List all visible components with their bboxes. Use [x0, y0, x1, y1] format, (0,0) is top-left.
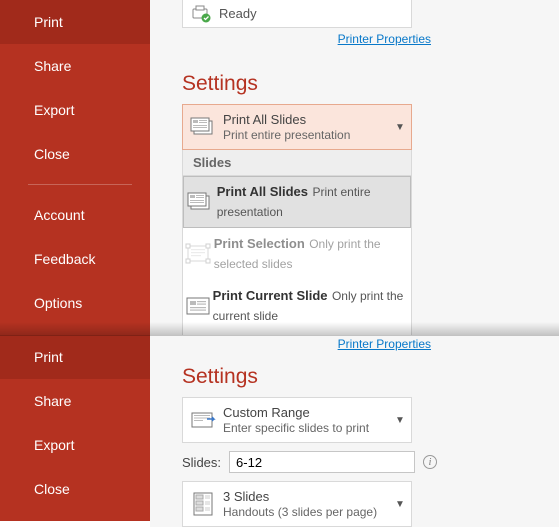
printer-status-text: Ready — [219, 6, 257, 21]
print-layout-dropdown[interactable]: 3 Slides Handouts (3 slides per page) ▼ — [182, 481, 412, 527]
sidebar-item-share[interactable]: Share — [0, 44, 150, 88]
slides-group-header: Slides — [182, 150, 412, 176]
sidebar-item-export[interactable]: Export — [0, 88, 150, 132]
option-title: Print All Slides — [217, 184, 308, 199]
sidebar-item-close[interactable]: Close — [0, 467, 150, 511]
print-range-dropdown[interactable]: Print All Slides Print entire presentati… — [182, 104, 412, 150]
sidebar-item-options[interactable]: Options — [0, 281, 150, 325]
printer-ready-icon — [191, 6, 211, 22]
slides-input-row: Slides: i — [182, 451, 437, 473]
printer-properties-link[interactable]: Printer Properties — [338, 32, 431, 46]
sidebar-item-account[interactable]: Account — [0, 193, 150, 237]
settings-heading: Settings — [150, 359, 559, 397]
print-layout-title: 3 Slides — [223, 489, 389, 505]
option-print-all-slides[interactable]: Print All Slides Print entire presentati… — [183, 176, 411, 228]
slides-label: Slides: — [182, 455, 221, 470]
sidebar-item-label: Share — [34, 393, 71, 409]
slides-all-icon — [183, 117, 223, 137]
chevron-down-icon: ▼ — [389, 415, 411, 426]
chevron-down-icon: ▼ — [389, 499, 411, 510]
slide-current-icon — [183, 296, 213, 316]
sidebar-item-feedback[interactable]: Feedback — [0, 237, 150, 281]
sidebar-item-share[interactable]: Share — [0, 379, 150, 423]
print-range-dropdown[interactable]: Custom Range Enter specific slides to pr… — [182, 397, 412, 443]
slides-input[interactable] — [229, 451, 415, 473]
option-title: Print Selection — [214, 236, 305, 251]
print-main-panel: Printer Properties Settings Custom Range… — [150, 335, 559, 521]
slides-selection-icon — [183, 244, 214, 264]
printer-properties-link[interactable]: Printer Properties — [338, 337, 431, 351]
sidebar-item-label: Print — [34, 349, 63, 365]
print-range-title: Custom Range — [223, 405, 389, 421]
sidebar-item-label: Close — [34, 146, 70, 162]
sidebar-item-print[interactable]: Print — [0, 0, 150, 44]
sidebar-separator — [28, 184, 132, 185]
sidebar-item-close[interactable]: Close — [0, 132, 150, 176]
backstage-sidebar: Print Share Export Close — [0, 335, 150, 521]
sidebar-item-label: Share — [34, 58, 71, 74]
sidebar-item-label: Close — [34, 481, 70, 497]
print-range-title: Print All Slides — [223, 112, 389, 128]
custom-range-icon — [183, 410, 223, 430]
sidebar-item-export[interactable]: Export — [0, 423, 150, 467]
sidebar-item-label: Feedback — [34, 251, 95, 267]
slides-all-icon — [183, 192, 217, 212]
printer-properties-row: Printer Properties — [150, 28, 559, 54]
print-layout-sub: Handouts (3 slides per page) — [223, 505, 389, 519]
print-main-panel: Ready Printer Properties Settings — [150, 0, 559, 370]
sidebar-item-label: Account — [34, 207, 85, 223]
chevron-down-icon: ▼ — [389, 122, 411, 133]
option-title: Print Current Slide — [213, 288, 328, 303]
info-icon[interactable]: i — [423, 455, 437, 469]
option-print-selection: Print Selection Only print the selected … — [183, 228, 411, 280]
print-range-sub: Enter specific slides to print — [223, 421, 389, 435]
sidebar-item-label: Export — [34, 102, 74, 118]
sidebar-item-label: Options — [34, 295, 82, 311]
handout-3-icon — [183, 492, 223, 516]
sidebar-item-print[interactable]: Print — [0, 335, 150, 379]
print-range-sub: Print entire presentation — [223, 128, 389, 142]
settings-heading: Settings — [150, 54, 559, 104]
backstage-sidebar: Print Share Export Close Account Feedbac… — [0, 0, 150, 370]
option-print-current-slide[interactable]: Print Current Slide Only print the curre… — [183, 280, 411, 332]
sidebar-item-label: Export — [34, 437, 74, 453]
printer-status-row[interactable]: Ready — [182, 0, 412, 28]
printer-properties-row: Printer Properties — [150, 335, 559, 359]
sidebar-item-label: Print — [34, 14, 63, 30]
